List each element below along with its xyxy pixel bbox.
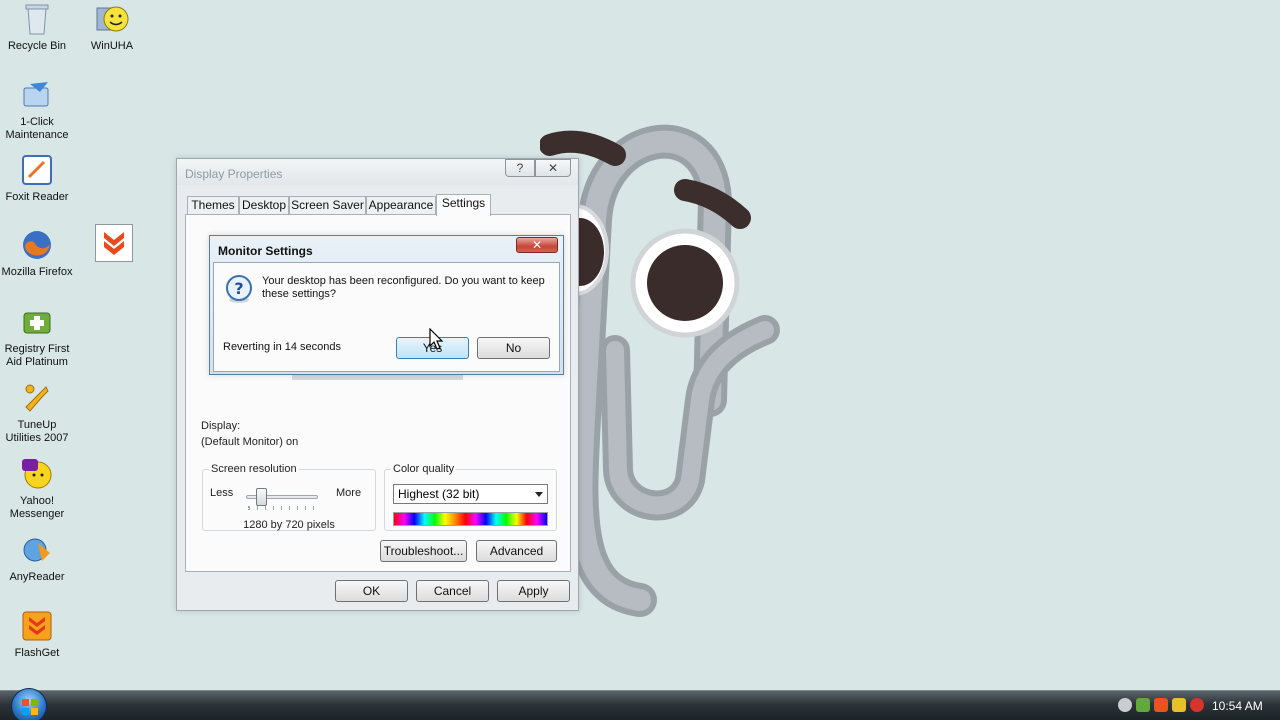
no-button[interactable]: No bbox=[477, 337, 550, 359]
close-button[interactable]: ✕ bbox=[516, 237, 558, 253]
color-spectrum-bar bbox=[393, 512, 548, 526]
ok-button[interactable]: OK bbox=[335, 580, 408, 602]
desktop-icon-flashget-shortcut[interactable] bbox=[95, 224, 133, 262]
slider-ticks bbox=[248, 506, 318, 510]
desktop-icon-winuha[interactable]: WinUHA bbox=[75, 2, 149, 53]
group-title: Color quality bbox=[391, 463, 457, 475]
desktop-icon-label: AnyReader bbox=[9, 571, 65, 583]
monitor-settings-dialog: Monitor Settings ✕ ? Your desktop has be… bbox=[209, 235, 564, 375]
desktop-icon-label: Recycle Bin bbox=[7, 40, 67, 52]
desktop-icon-label: Foxit Reader bbox=[5, 191, 69, 203]
window-title: Display Properties bbox=[185, 167, 283, 181]
dialog-title: Monitor Settings bbox=[218, 244, 313, 258]
resolution-slider-thumb[interactable] bbox=[256, 488, 267, 506]
slider-less-label: Less bbox=[210, 487, 234, 499]
clock[interactable]: 10:54 AM bbox=[1212, 699, 1263, 713]
desktop-icon-flashget[interactable]: FlashGet bbox=[0, 609, 74, 660]
title-bar[interactable]: Display Properties ? ✕ bbox=[177, 159, 578, 185]
display-value: (Default Monitor) on bbox=[201, 436, 299, 448]
taskbar: 10:54 AM bbox=[0, 688, 1280, 720]
smiley-folder-icon bbox=[96, 6, 129, 32]
tab-themes[interactable]: Themes bbox=[187, 196, 239, 215]
svg-text:?: ? bbox=[234, 279, 243, 298]
troubleshoot-button[interactable]: Troubleshoot... bbox=[380, 540, 467, 562]
title-bar[interactable]: Monitor Settings ✕ bbox=[210, 236, 563, 261]
tab-settings[interactable]: Settings bbox=[436, 194, 491, 216]
desktop-icon-recycle-bin[interactable]: Recycle Bin bbox=[0, 2, 74, 53]
screen-resolution-group: Screen resolution Less More 1280 by 720 … bbox=[202, 463, 376, 531]
apply-button[interactable]: Apply bbox=[497, 580, 570, 602]
desktop-icon-label: FlashGet bbox=[14, 647, 60, 659]
close-button[interactable]: ✕ bbox=[535, 159, 571, 177]
maintenance-icon bbox=[23, 82, 49, 107]
tuneup-icon bbox=[25, 384, 49, 412]
download-arrow-icon bbox=[104, 232, 124, 255]
desktop-icon-mozilla-firefox[interactable]: Mozilla Firefox bbox=[0, 228, 74, 279]
display-label: Display: bbox=[201, 420, 241, 432]
start-button[interactable] bbox=[11, 688, 47, 720]
dialog-message: Your desktop has been reconfigured. Do y… bbox=[262, 275, 545, 300]
desktop-icon-one-click-maintenance[interactable]: 1-Click Maintenance bbox=[0, 78, 74, 142]
tray-hide-icon[interactable] bbox=[1118, 698, 1132, 712]
desktop-icon-anyreader[interactable]: AnyReader bbox=[0, 533, 74, 584]
registry-first-aid-icon bbox=[23, 312, 51, 334]
yahoo-messenger-icon bbox=[22, 459, 52, 489]
question-icon: ? bbox=[226, 275, 252, 303]
desktop-icon-tuneup-utilities[interactable]: TuneUp Utilities 2007 bbox=[0, 381, 74, 445]
desktop-icon-label: WinUHA bbox=[90, 40, 134, 52]
dialog-body: ? Your desktop has been reconfigured. Do… bbox=[213, 262, 560, 372]
firefox-icon bbox=[23, 231, 51, 259]
group-title: Screen resolution bbox=[209, 463, 299, 475]
tray-flashget-icon[interactable] bbox=[1154, 698, 1168, 712]
mouse-cursor-icon bbox=[429, 328, 444, 350]
desktop-icon-foxit-reader[interactable]: Foxit Reader bbox=[0, 153, 74, 204]
dropdown-arrow-icon bbox=[535, 492, 543, 497]
tab-desktop[interactable]: Desktop bbox=[239, 196, 289, 215]
color-quality-selected: Highest (32 bit) bbox=[398, 487, 480, 501]
recycle-bin-icon bbox=[25, 4, 49, 35]
desktop-icon-label: Registry First Aid Platinum bbox=[4, 343, 70, 368]
tray-error-icon[interactable] bbox=[1190, 698, 1204, 712]
tab-screen-saver[interactable]: Screen Saver bbox=[289, 196, 366, 215]
desktop-icon-label: Yahoo! Messenger bbox=[9, 495, 65, 520]
desktop-icon-label: 1-Click Maintenance bbox=[5, 116, 69, 141]
monitor-preview-base bbox=[292, 375, 463, 380]
anyreader-icon bbox=[23, 538, 50, 562]
tray-checkmark-icon[interactable] bbox=[1136, 698, 1150, 712]
color-quality-dropdown[interactable]: Highest (32 bit) bbox=[393, 484, 548, 504]
color-quality-group: Color quality Highest (32 bit) bbox=[384, 463, 557, 531]
slider-more-label: More bbox=[336, 487, 362, 499]
flashget-icon bbox=[22, 611, 52, 641]
desktop-icon-label: TuneUp Utilities 2007 bbox=[5, 419, 69, 444]
tray-winuha-icon[interactable] bbox=[1172, 698, 1186, 712]
resolution-value: 1280 by 720 pixels bbox=[243, 519, 335, 531]
advanced-button[interactable]: Advanced bbox=[476, 540, 557, 562]
desktop-icon-label: Mozilla Firefox bbox=[1, 266, 73, 278]
desktop-icon-yahoo-messenger[interactable]: Yahoo! Messenger bbox=[0, 457, 74, 521]
clippy-wallpaper bbox=[540, 124, 780, 617]
revert-countdown: Reverting in 14 seconds bbox=[223, 341, 342, 353]
cancel-button[interactable]: Cancel bbox=[416, 580, 489, 602]
desktop-icon-registry-first-aid[interactable]: Registry First Aid Platinum bbox=[0, 305, 74, 369]
display-properties-window: Display Properties ? ✕ Themes Desktop Sc… bbox=[176, 158, 579, 611]
windows-logo-icon bbox=[22, 699, 38, 715]
tab-appearance[interactable]: Appearance bbox=[366, 196, 436, 215]
help-button[interactable]: ? bbox=[505, 159, 535, 177]
foxit-reader-icon bbox=[22, 155, 52, 185]
